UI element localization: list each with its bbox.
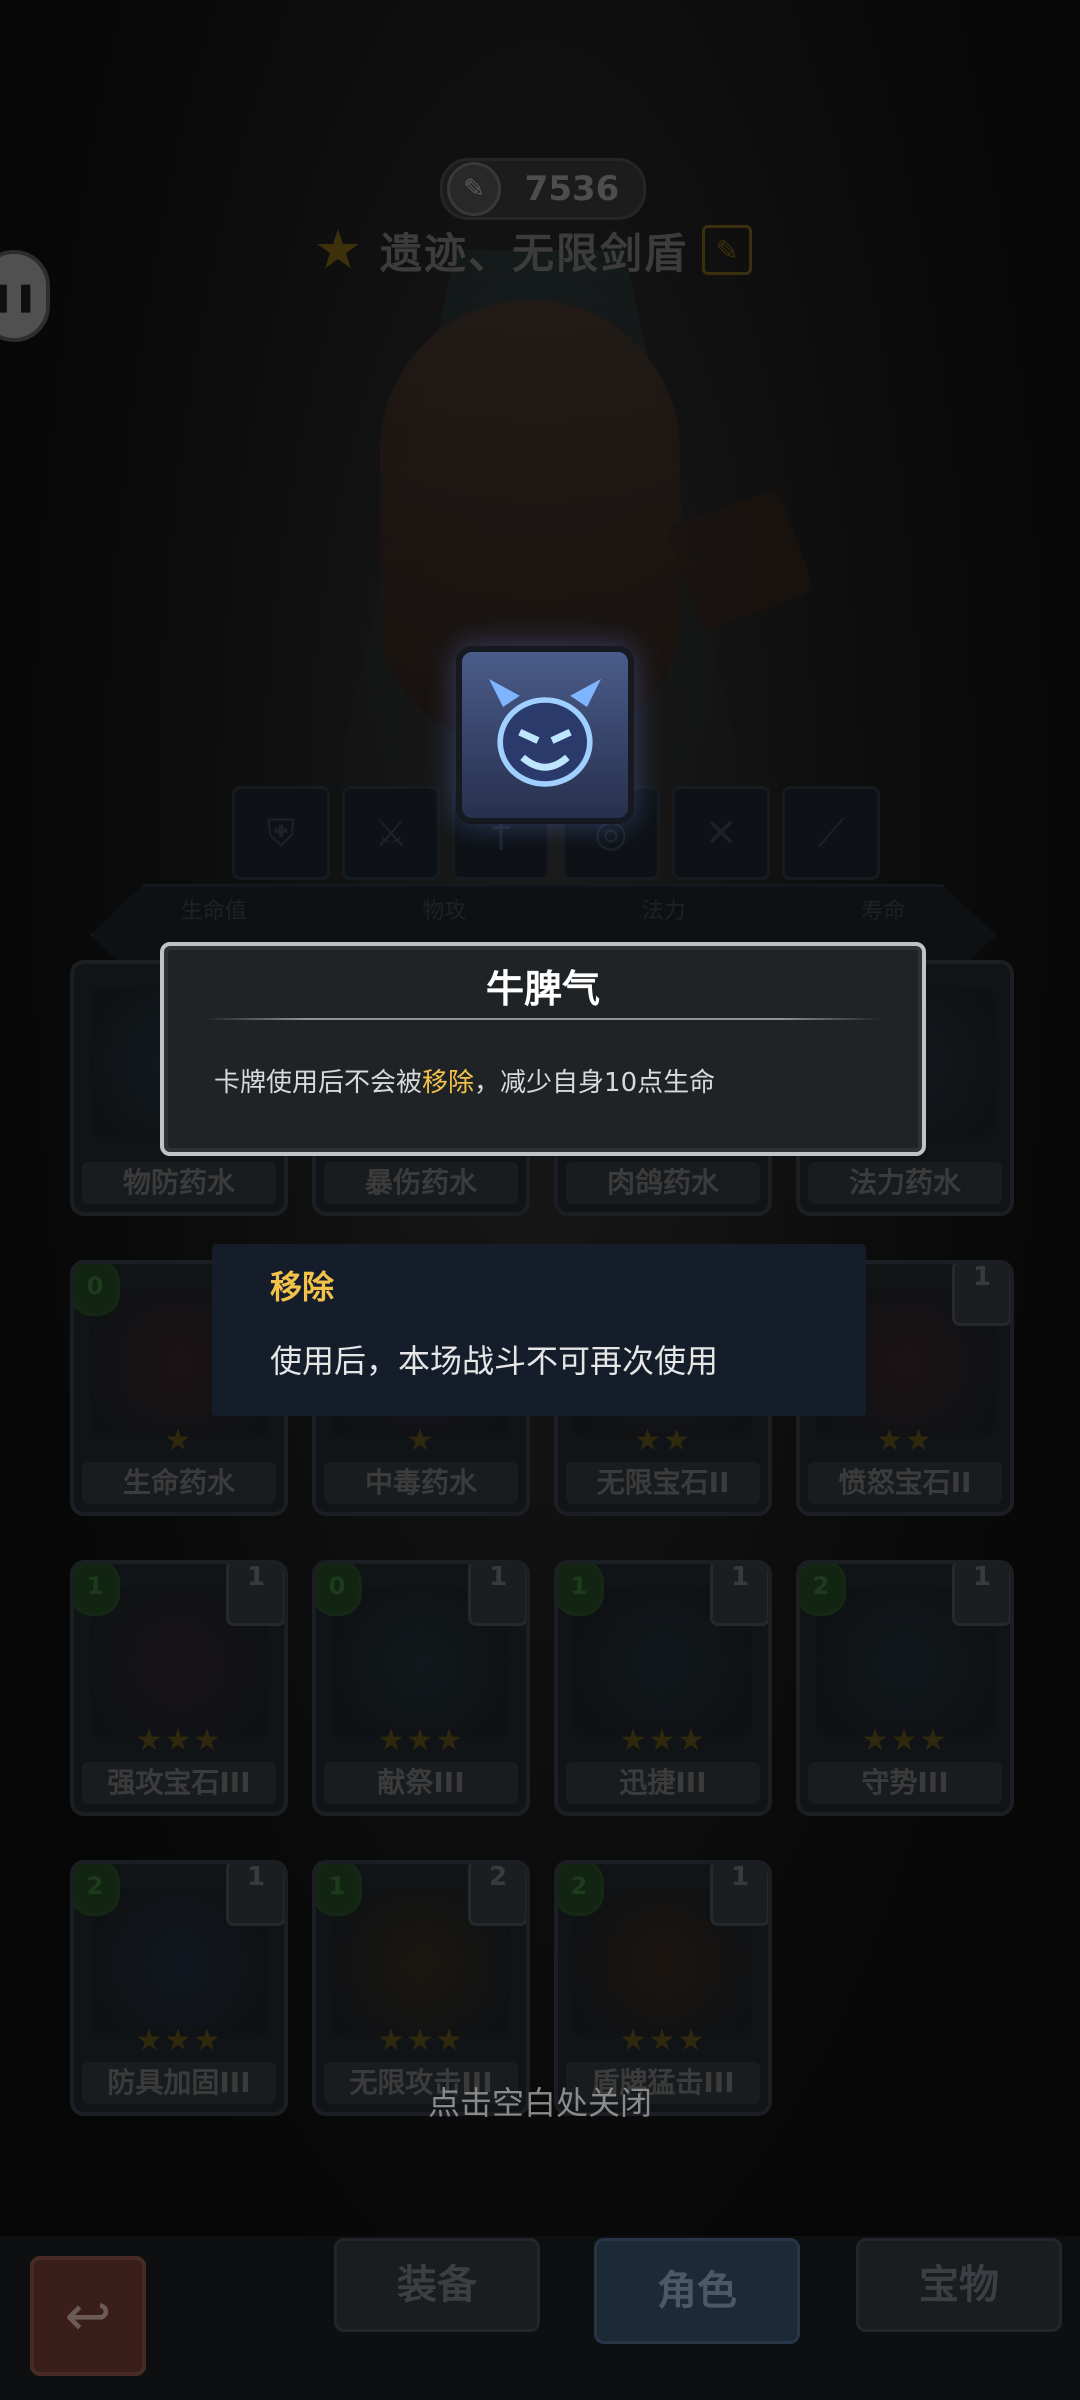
divider <box>204 1018 882 1020</box>
card-name: 暴伤药水 <box>324 1162 518 1204</box>
card-stars: ★★★ <box>619 2023 707 2058</box>
card-cost-badge: 0 <box>316 1564 362 1616</box>
slot-armor-icon[interactable]: ⛨ <box>232 786 330 880</box>
card-stars: ★★ <box>634 1423 692 1458</box>
card-item[interactable]: ★★★ 守势III 2 1 <box>796 1560 1014 1816</box>
card-name: 物防药水 <box>82 1162 276 1204</box>
edit-icon[interactable]: ✎ <box>702 225 753 275</box>
tooltip-title: 牛脾气 <box>485 967 600 1011</box>
keyword-description: 使用后，本场战斗不可再次使用 <box>270 1342 719 1380</box>
card-stars: ★★★ <box>135 2023 223 2058</box>
card-layer-badge: 1 <box>226 1564 284 1626</box>
card-item[interactable]: ★★★ 强攻宝石III 1 1 <box>70 1560 288 1816</box>
tooltip-description: 卡牌使用后不会被移除，减少自身10点生命 <box>214 1062 715 1099</box>
card-layer-badge: 1 <box>710 1564 768 1626</box>
card-stars: ★★★ <box>135 1723 223 1758</box>
card-layer-badge: 1 <box>710 1864 768 1926</box>
card-cost-badge: 1 <box>316 1864 362 1916</box>
star-icon: ★ <box>313 218 363 281</box>
stat-life-label: 寿命 <box>861 899 906 924</box>
card-name: 法力药水 <box>808 1162 1002 1204</box>
card-stars: ★ <box>164 1423 194 1458</box>
card-item[interactable]: ★★★ 献祭III 0 1 <box>312 1560 530 1816</box>
card-stars: ★★ <box>876 1423 934 1458</box>
desc-after: ，减少自身10点生命 <box>474 1068 716 1098</box>
card-cost-badge: 2 <box>74 1864 120 1916</box>
slot-dagger-icon[interactable]: ⟋ <box>782 786 880 880</box>
card-stars: ★★★ <box>861 1723 949 1758</box>
card-stars: ★★★ <box>377 2023 465 2058</box>
card-item[interactable]: ★★★ 迅捷III 1 1 <box>554 1560 772 1816</box>
card-name: 肉鸽药水 <box>566 1162 760 1204</box>
card-cost-badge: 1 <box>558 1564 604 1616</box>
keyword-explanation: 移除 使用后，本场战斗不可再次使用 <box>212 1244 866 1416</box>
demon-face-icon <box>456 646 634 824</box>
card-name: 愤怒宝石II <box>808 1462 1002 1504</box>
card-stars: ★★★ <box>377 1723 465 1758</box>
currency-value: 7536 <box>524 169 620 209</box>
stat-hp-label: 生命值 <box>180 899 247 924</box>
card-name: 守势III <box>808 1762 1002 1804</box>
card-cost-badge: 1 <box>74 1564 120 1616</box>
card-stars: ★ <box>406 1423 436 1458</box>
slot-crossbow-icon[interactable]: ✕ <box>672 786 770 880</box>
card-layer-badge: 1 <box>952 1564 1010 1626</box>
card-cost-badge: 0 <box>74 1264 120 1316</box>
desc-before: 卡牌使用后不会被 <box>214 1068 423 1098</box>
card-layer-badge: 1 <box>952 1264 1010 1326</box>
card-layer-badge: 2 <box>468 1864 526 1926</box>
close-hint: 点击空白处关闭 <box>427 2084 652 2122</box>
card-cost-badge: 2 <box>558 1864 604 1916</box>
hero-title: 遗迹、无限剑盾 <box>380 228 689 278</box>
card-layer-badge: 1 <box>226 1864 284 1926</box>
keyword-term: 移除 <box>270 1268 335 1306</box>
slot-weapon-icon[interactable]: ⚔ <box>342 786 440 880</box>
stat-attack-label: 物攻 <box>422 899 467 924</box>
card-name: 强攻宝石III <box>82 1762 276 1804</box>
card-cost-badge: 2 <box>800 1564 846 1616</box>
tab-equipment[interactable]: 装备 <box>334 2238 540 2332</box>
skill-tooltip: 牛脾气 卡牌使用后不会被移除，减少自身10点生命 <box>160 942 926 1156</box>
return-arrow-icon[interactable]: ↩ <box>30 2256 146 2376</box>
tab-treasure[interactable]: 宝物 <box>856 2238 1062 2332</box>
currency-display: ✎ 7536 <box>440 158 646 220</box>
stat-mana-label: 法力 <box>641 899 686 924</box>
tab-role[interactable]: 角色 <box>594 2238 800 2344</box>
hero-title-bar: ★ 遗迹、无限剑盾 ✎ <box>310 218 753 282</box>
desc-highlight: 移除 <box>422 1068 475 1098</box>
card-name: 无限宝石II <box>566 1462 760 1504</box>
quill-icon: ✎ <box>447 162 501 216</box>
card-layer-badge: 1 <box>468 1564 526 1626</box>
card-name: 中毒药水 <box>324 1462 518 1504</box>
card-name: 献祭III <box>324 1762 518 1804</box>
card-name: 迅捷III <box>566 1762 760 1804</box>
card-name: 生命药水 <box>82 1462 276 1504</box>
card-stars: ★★★ <box>619 1723 707 1758</box>
